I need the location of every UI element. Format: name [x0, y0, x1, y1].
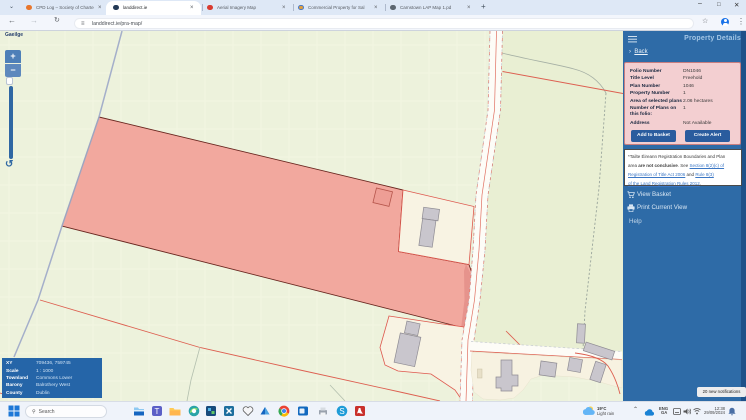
svg-text:S: S	[339, 407, 344, 416]
svg-text:T: T	[155, 407, 160, 416]
